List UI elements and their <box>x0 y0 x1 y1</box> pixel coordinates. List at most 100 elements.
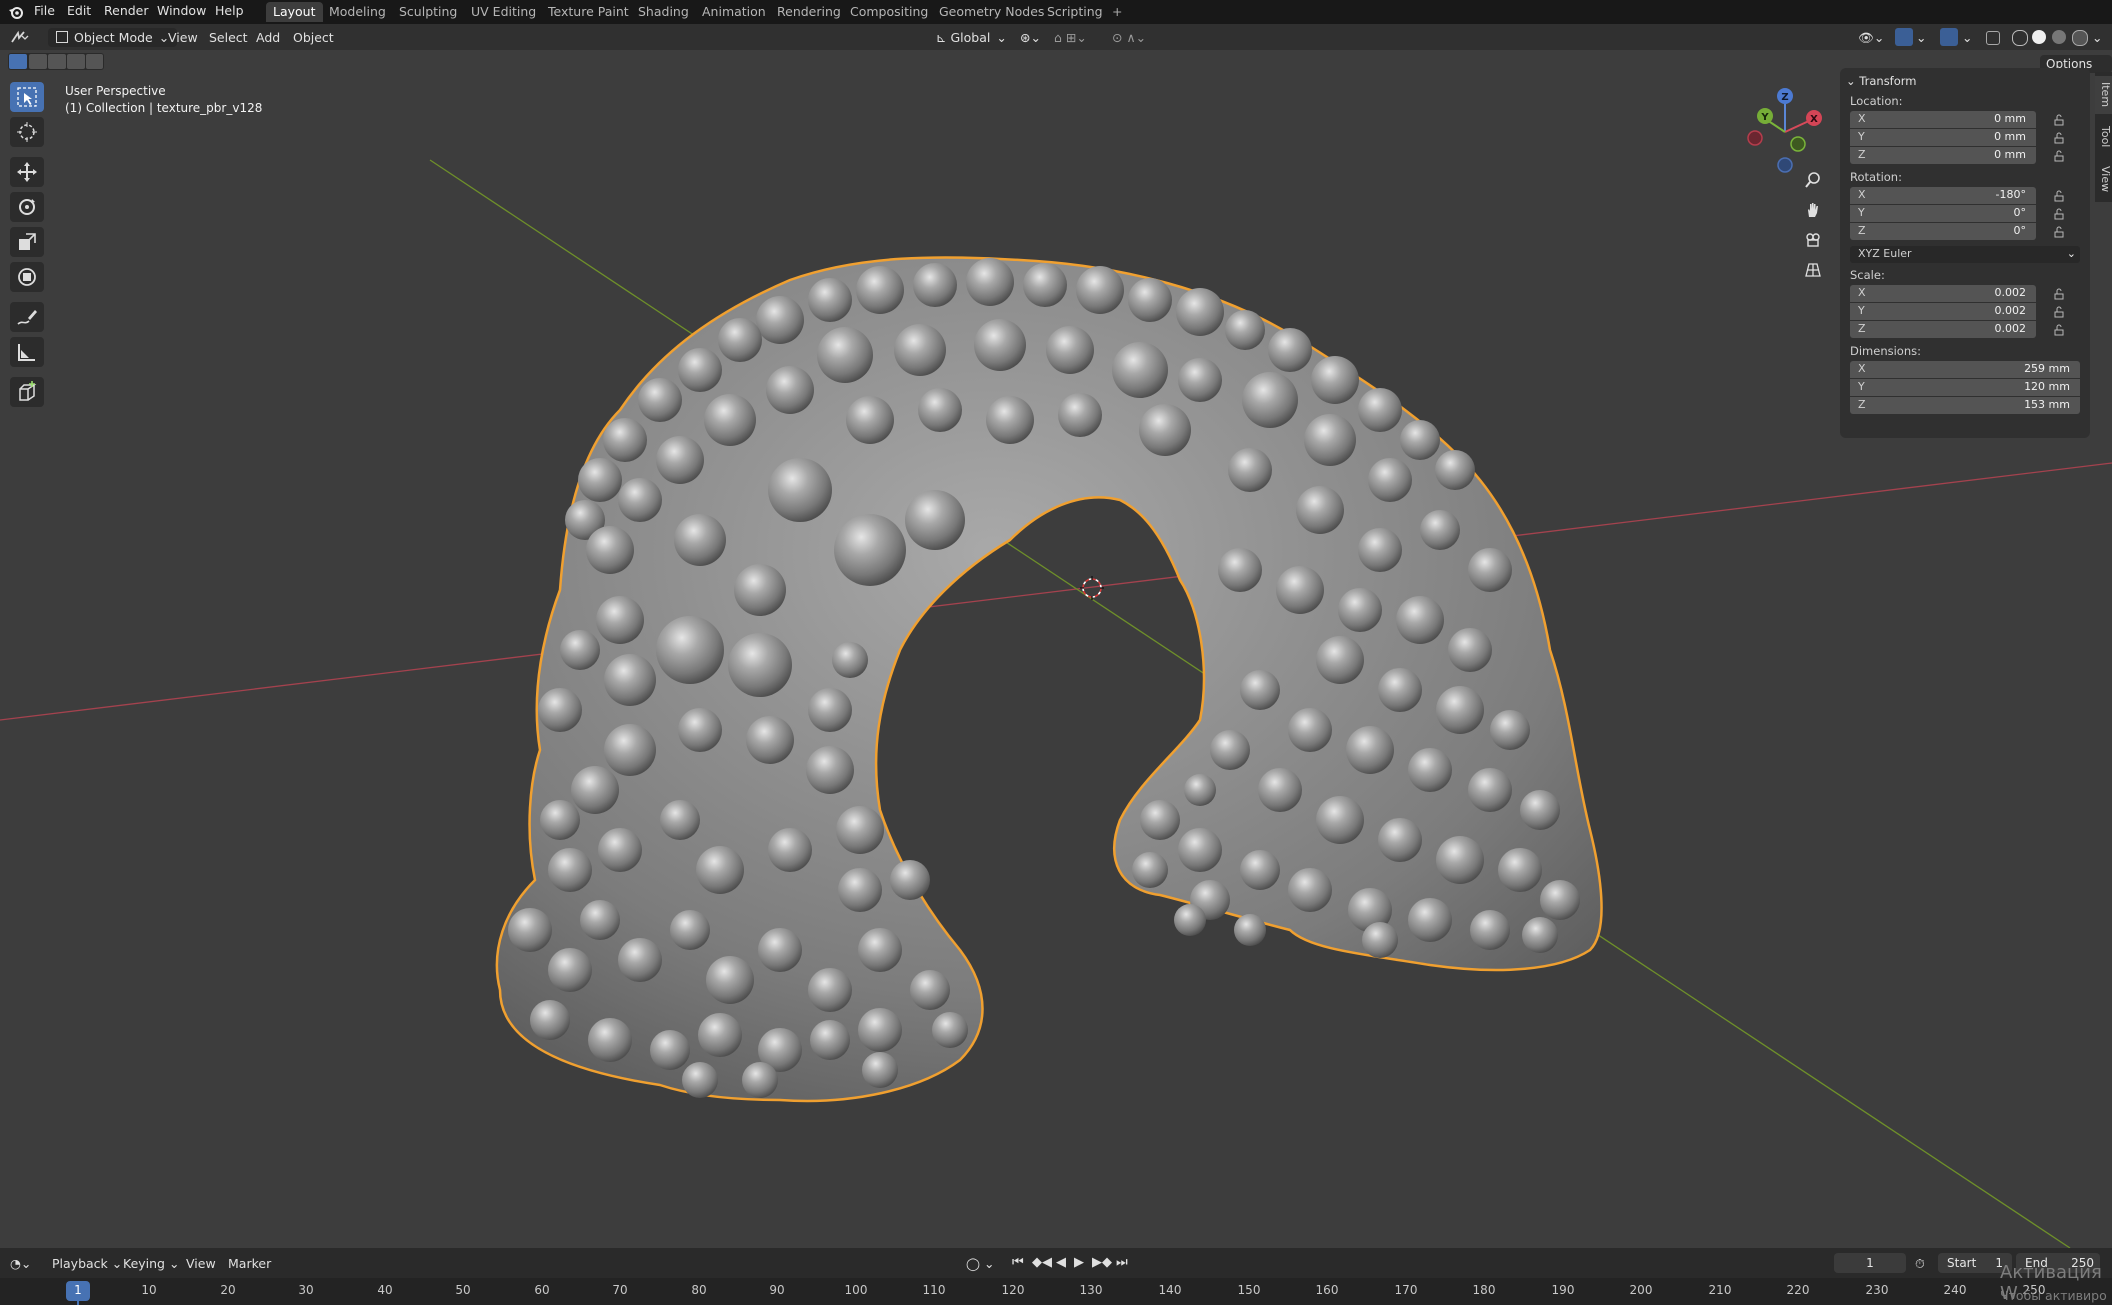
transform-section-header[interactable]: ⌄ Transform <box>1846 74 1917 88</box>
tab-layout[interactable]: Layout <box>266 2 323 22</box>
blender-logo-icon[interactable] <box>8 4 24 20</box>
timeline-menu-view[interactable]: View <box>186 1254 216 1273</box>
rotation-z-field[interactable]: Z 0° <box>1850 223 2036 240</box>
header-menu-select[interactable]: Select <box>209 28 248 47</box>
tab-compositing[interactable]: Compositing <box>843 2 935 22</box>
lock-icon[interactable] <box>2053 132 2065 144</box>
lock-icon[interactable] <box>2053 114 2065 126</box>
3d-cursor[interactable] <box>1080 576 1104 600</box>
timeline-editor-icon[interactable]: ◔⌄ <box>10 1254 31 1273</box>
solid-shading-icon[interactable] <box>2032 30 2046 44</box>
tab-rendering[interactable]: Rendering <box>770 2 848 22</box>
location-z-field[interactable]: Z 0 mm <box>1850 147 2036 164</box>
play-icon[interactable]: ▶ <box>1074 1253 1084 1272</box>
chevron-down-icon[interactable]: ⌄ <box>1962 28 1972 47</box>
location-x-field[interactable]: X 0 mm <box>1850 111 2036 128</box>
cursor-icon[interactable] <box>10 117 44 147</box>
tab-sculpting[interactable]: Sculpting <box>392 2 464 22</box>
sidebar-tab-view[interactable]: View <box>2095 160 2112 198</box>
navigation-gizmo[interactable]: Z X Y <box>1735 80 1825 180</box>
next-keyframe-icon[interactable]: ▶◆ <box>1092 1253 1112 1272</box>
scale-x-field[interactable]: X 0.002 <box>1850 285 2036 302</box>
jump-start-icon[interactable]: ⏮ <box>1012 1253 1024 1272</box>
scale-z-field[interactable]: Z 0.002 <box>1850 321 2036 338</box>
dimensions-z-field[interactable]: Z 153 mm <box>1850 397 2080 414</box>
header-menu-view[interactable]: View <box>168 28 198 47</box>
tab-animation[interactable]: Animation <box>695 2 773 22</box>
stopwatch-icon[interactable]: ⏱ <box>1915 1254 1925 1273</box>
rotation-mode-dropdown[interactable]: XYZ Euler ⌄ <box>1850 246 2080 263</box>
add-workspace-button[interactable]: + <box>1105 2 1129 22</box>
menu-file[interactable]: File <box>34 3 55 18</box>
menu-window[interactable]: Window <box>157 3 206 18</box>
scale-y-field[interactable]: Y 0.002 <box>1850 303 2036 320</box>
tab-geometry-nodes[interactable]: Geometry Nodes <box>932 2 1051 22</box>
sidebar-tab-item[interactable]: Item <box>2095 76 2112 114</box>
menu-edit[interactable]: Edit <box>67 3 91 18</box>
dimensions-x-axis: X <box>1858 362 1866 375</box>
tab-modeling[interactable]: Modeling <box>322 2 393 22</box>
transform-orientation-dropdown[interactable]: ⊾ Global ⌄ <box>936 28 1007 47</box>
object-mode-dropdown[interactable]: Object Mode ⌄ <box>48 28 178 47</box>
scale-y-value: 0.002 <box>1994 304 2027 317</box>
play-reverse-icon[interactable]: ◀ <box>1056 1253 1066 1272</box>
start-label: Start <box>1947 1256 1977 1270</box>
proportional-edit-icon[interactable]: ⊙ ∧⌄ <box>1112 28 1146 47</box>
menu-render[interactable]: Render <box>104 3 149 18</box>
timeline-ruler[interactable]: 1 10 20 30 40 50 60 70 80 90 100 110 120… <box>0 1278 2112 1305</box>
chevron-down-icon[interactable]: ⌄ <box>1916 28 1926 47</box>
tab-texture-paint[interactable]: Texture Paint <box>541 2 636 22</box>
snap-icon[interactable]: ⌂ ⊞⌄ <box>1054 28 1087 47</box>
menu-help[interactable]: Help <box>215 3 244 18</box>
dimensions-y-field[interactable]: Y 120 mm <box>1850 379 2080 396</box>
sidebar-tab-tool[interactable]: Tool <box>2095 118 2112 156</box>
lock-icon[interactable] <box>2053 190 2065 202</box>
transform-icon[interactable] <box>10 262 44 292</box>
rotate-icon[interactable] <box>10 192 44 222</box>
tab-uv-editing[interactable]: UV Editing <box>464 2 543 22</box>
wireframe-shading-icon[interactable] <box>2012 30 2028 46</box>
chevron-down-icon[interactable]: ⌄ <box>2092 28 2102 47</box>
perspective-grid-icon[interactable] <box>1800 257 1826 283</box>
rotation-x-field[interactable]: X -180° <box>1850 187 2036 204</box>
jump-end-icon[interactable]: ⏭ <box>1116 1253 1128 1272</box>
annotate-icon[interactable] <box>10 302 44 332</box>
overlay-toggle-icon[interactable] <box>1940 28 1958 46</box>
pan-hand-icon[interactable] <box>1800 197 1826 223</box>
timeline-menu-playback[interactable]: Playback ⌄ <box>52 1254 122 1273</box>
pivot-icon[interactable]: ⊛⌄ <box>1020 28 1041 47</box>
gizmo-toggle-icon[interactable] <box>1895 28 1913 46</box>
auto-keying-icon[interactable]: ◯ ⌄ <box>966 1254 994 1273</box>
xray-toggle-icon[interactable] <box>1986 31 2000 45</box>
lock-icon[interactable] <box>2053 208 2065 220</box>
editor-type-icon[interactable] <box>10 29 30 45</box>
tab-scripting[interactable]: Scripting <box>1040 2 1110 22</box>
current-frame-field[interactable]: 1 <box>1834 1253 1906 1273</box>
3d-viewport[interactable]: Options ⌄ User Perspective (1) Collectio… <box>0 50 2112 1248</box>
location-y-field[interactable]: Y 0 mm <box>1850 129 2036 146</box>
lock-icon[interactable] <box>2053 150 2065 162</box>
lock-icon[interactable] <box>2053 306 2065 318</box>
camera-view-icon[interactable] <box>1800 227 1826 253</box>
tab-shading[interactable]: Shading <box>631 2 696 22</box>
timeline-menu-marker[interactable]: Marker <box>228 1254 271 1273</box>
scale-icon[interactable] <box>10 227 44 257</box>
rendered-shading-icon[interactable] <box>2072 30 2088 46</box>
dimensions-x-field[interactable]: X 259 mm <box>1850 361 2080 378</box>
material-shading-icon[interactable] <box>2052 30 2066 44</box>
header-menu-object[interactable]: Object <box>293 28 334 47</box>
rotation-y-field[interactable]: Y 0° <box>1850 205 2036 222</box>
timeline-menu-keying[interactable]: Keying ⌄ <box>123 1254 179 1273</box>
measure-icon[interactable] <box>10 337 44 367</box>
ruler-tick: 60 <box>534 1283 550 1297</box>
lock-icon[interactable] <box>2053 226 2065 238</box>
header-menu-add[interactable]: Add <box>256 28 280 47</box>
select-box-icon[interactable] <box>10 82 44 112</box>
lock-icon[interactable] <box>2053 288 2065 300</box>
lock-icon[interactable] <box>2053 324 2065 336</box>
add-cube-icon[interactable] <box>10 377 44 407</box>
zoom-icon[interactable] <box>1800 167 1826 193</box>
move-icon[interactable] <box>10 157 44 187</box>
visibility-icon[interactable]: 👁⌄ <box>1858 28 1884 47</box>
prev-keyframe-icon[interactable]: ◆◀ <box>1032 1253 1052 1272</box>
